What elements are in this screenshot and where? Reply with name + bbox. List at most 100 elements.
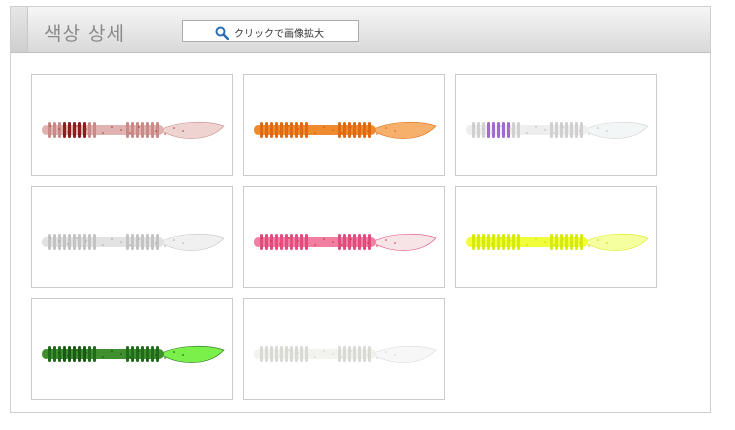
lure-rib: [300, 234, 303, 250]
lure-speck: [341, 356, 343, 358]
lure-speck: [297, 128, 299, 130]
lure-speck: [606, 242, 608, 244]
lure-rib: [58, 346, 61, 362]
lure-speck: [350, 126, 352, 128]
lure-rib: [338, 234, 341, 250]
lure-rib: [570, 122, 573, 138]
swatch-item[interactable]: [455, 186, 657, 288]
lure-speck: [394, 130, 396, 132]
lure-speck: [473, 237, 475, 239]
lure-rib: [141, 346, 144, 362]
lure-speck: [323, 126, 325, 128]
lure-speck: [323, 238, 325, 240]
lure-rib: [555, 234, 558, 250]
lure-rib: [73, 122, 76, 138]
lure-speck: [482, 128, 484, 130]
lure-rib: [265, 346, 268, 362]
search-icon: [215, 25, 230, 41]
lure-rib: [53, 234, 56, 250]
lure-rib: [353, 346, 356, 362]
lure-image: [254, 121, 437, 139]
lure-rib: [368, 234, 371, 250]
lure-rib: [93, 122, 96, 138]
lure-rib: [368, 346, 371, 362]
lure-rib: [141, 122, 144, 138]
lure-speck: [367, 354, 369, 356]
lure-speck: [385, 239, 387, 241]
lure-rib: [151, 234, 154, 250]
lure-rib: [502, 234, 505, 250]
lure-speck: [376, 133, 378, 135]
lure-rib: [295, 122, 298, 138]
lure-speck: [341, 244, 343, 246]
lure-rib: [83, 122, 86, 138]
lure-speck: [526, 132, 528, 134]
lure-rib: [550, 234, 553, 250]
lure-rib: [53, 346, 56, 362]
lure-speck: [182, 242, 184, 244]
lure-speck: [85, 352, 87, 354]
lure-speck: [473, 125, 475, 127]
lure-speck: [562, 238, 564, 240]
lure-speck: [49, 125, 51, 127]
swatch-item[interactable]: [243, 186, 445, 288]
lure-speck: [314, 132, 316, 134]
lure-rib: [343, 234, 346, 250]
lure-speck: [297, 352, 299, 354]
lure-speck: [367, 242, 369, 244]
swatch-item[interactable]: [31, 298, 233, 400]
lure-rib: [507, 234, 510, 250]
swatch-item[interactable]: [31, 74, 233, 176]
lure-rib: [156, 346, 159, 362]
lure-speck: [129, 132, 131, 134]
swatch-item[interactable]: [243, 74, 445, 176]
lure-rib: [83, 234, 86, 250]
lure-rib: [565, 234, 568, 250]
swatch-item[interactable]: [243, 298, 445, 400]
lure-rib: [270, 234, 273, 250]
lure-rib: [575, 122, 578, 138]
lure-rib: [63, 346, 66, 362]
zoom-button[interactable]: クリックで画像拡大: [182, 20, 359, 42]
lure-speck: [270, 240, 272, 242]
lure-rib: [343, 122, 346, 138]
lure-rib: [517, 122, 520, 138]
lure-speck: [129, 244, 131, 246]
lure-rib: [126, 122, 129, 138]
lure-speck: [562, 126, 564, 128]
lure-rib: [151, 122, 154, 138]
lure-rib: [280, 234, 283, 250]
lure-speck: [138, 238, 140, 240]
lure-speck: [332, 353, 334, 355]
lure-rib: [280, 122, 283, 138]
lure-rib: [260, 346, 263, 362]
lure-tail: [371, 121, 437, 139]
lure-speck: [173, 239, 175, 241]
lure-rib: [343, 346, 346, 362]
lure-rib: [126, 346, 129, 362]
lure-rib: [78, 234, 81, 250]
lure-rib: [68, 234, 71, 250]
lure-speck: [182, 354, 184, 356]
lure-speck: [606, 130, 608, 132]
lure-rib: [512, 122, 515, 138]
lure-speck: [49, 349, 51, 351]
lure-speck: [482, 240, 484, 242]
swatch-item[interactable]: [455, 74, 657, 176]
lure-rib: [353, 122, 356, 138]
lure-image: [466, 233, 649, 251]
lure-speck: [394, 354, 396, 356]
lure-rib: [136, 234, 139, 250]
lure-rib: [285, 234, 288, 250]
lure-speck: [297, 240, 299, 242]
lure-speck: [58, 128, 60, 130]
lure-speck: [350, 238, 352, 240]
lure-speck: [288, 237, 290, 239]
swatch-item[interactable]: [31, 186, 233, 288]
lure-rib: [575, 234, 578, 250]
lure-speck: [376, 357, 378, 359]
lure-rib: [338, 122, 341, 138]
lure-rib: [88, 346, 91, 362]
lure-tail: [583, 121, 649, 139]
lure-rib: [146, 122, 149, 138]
